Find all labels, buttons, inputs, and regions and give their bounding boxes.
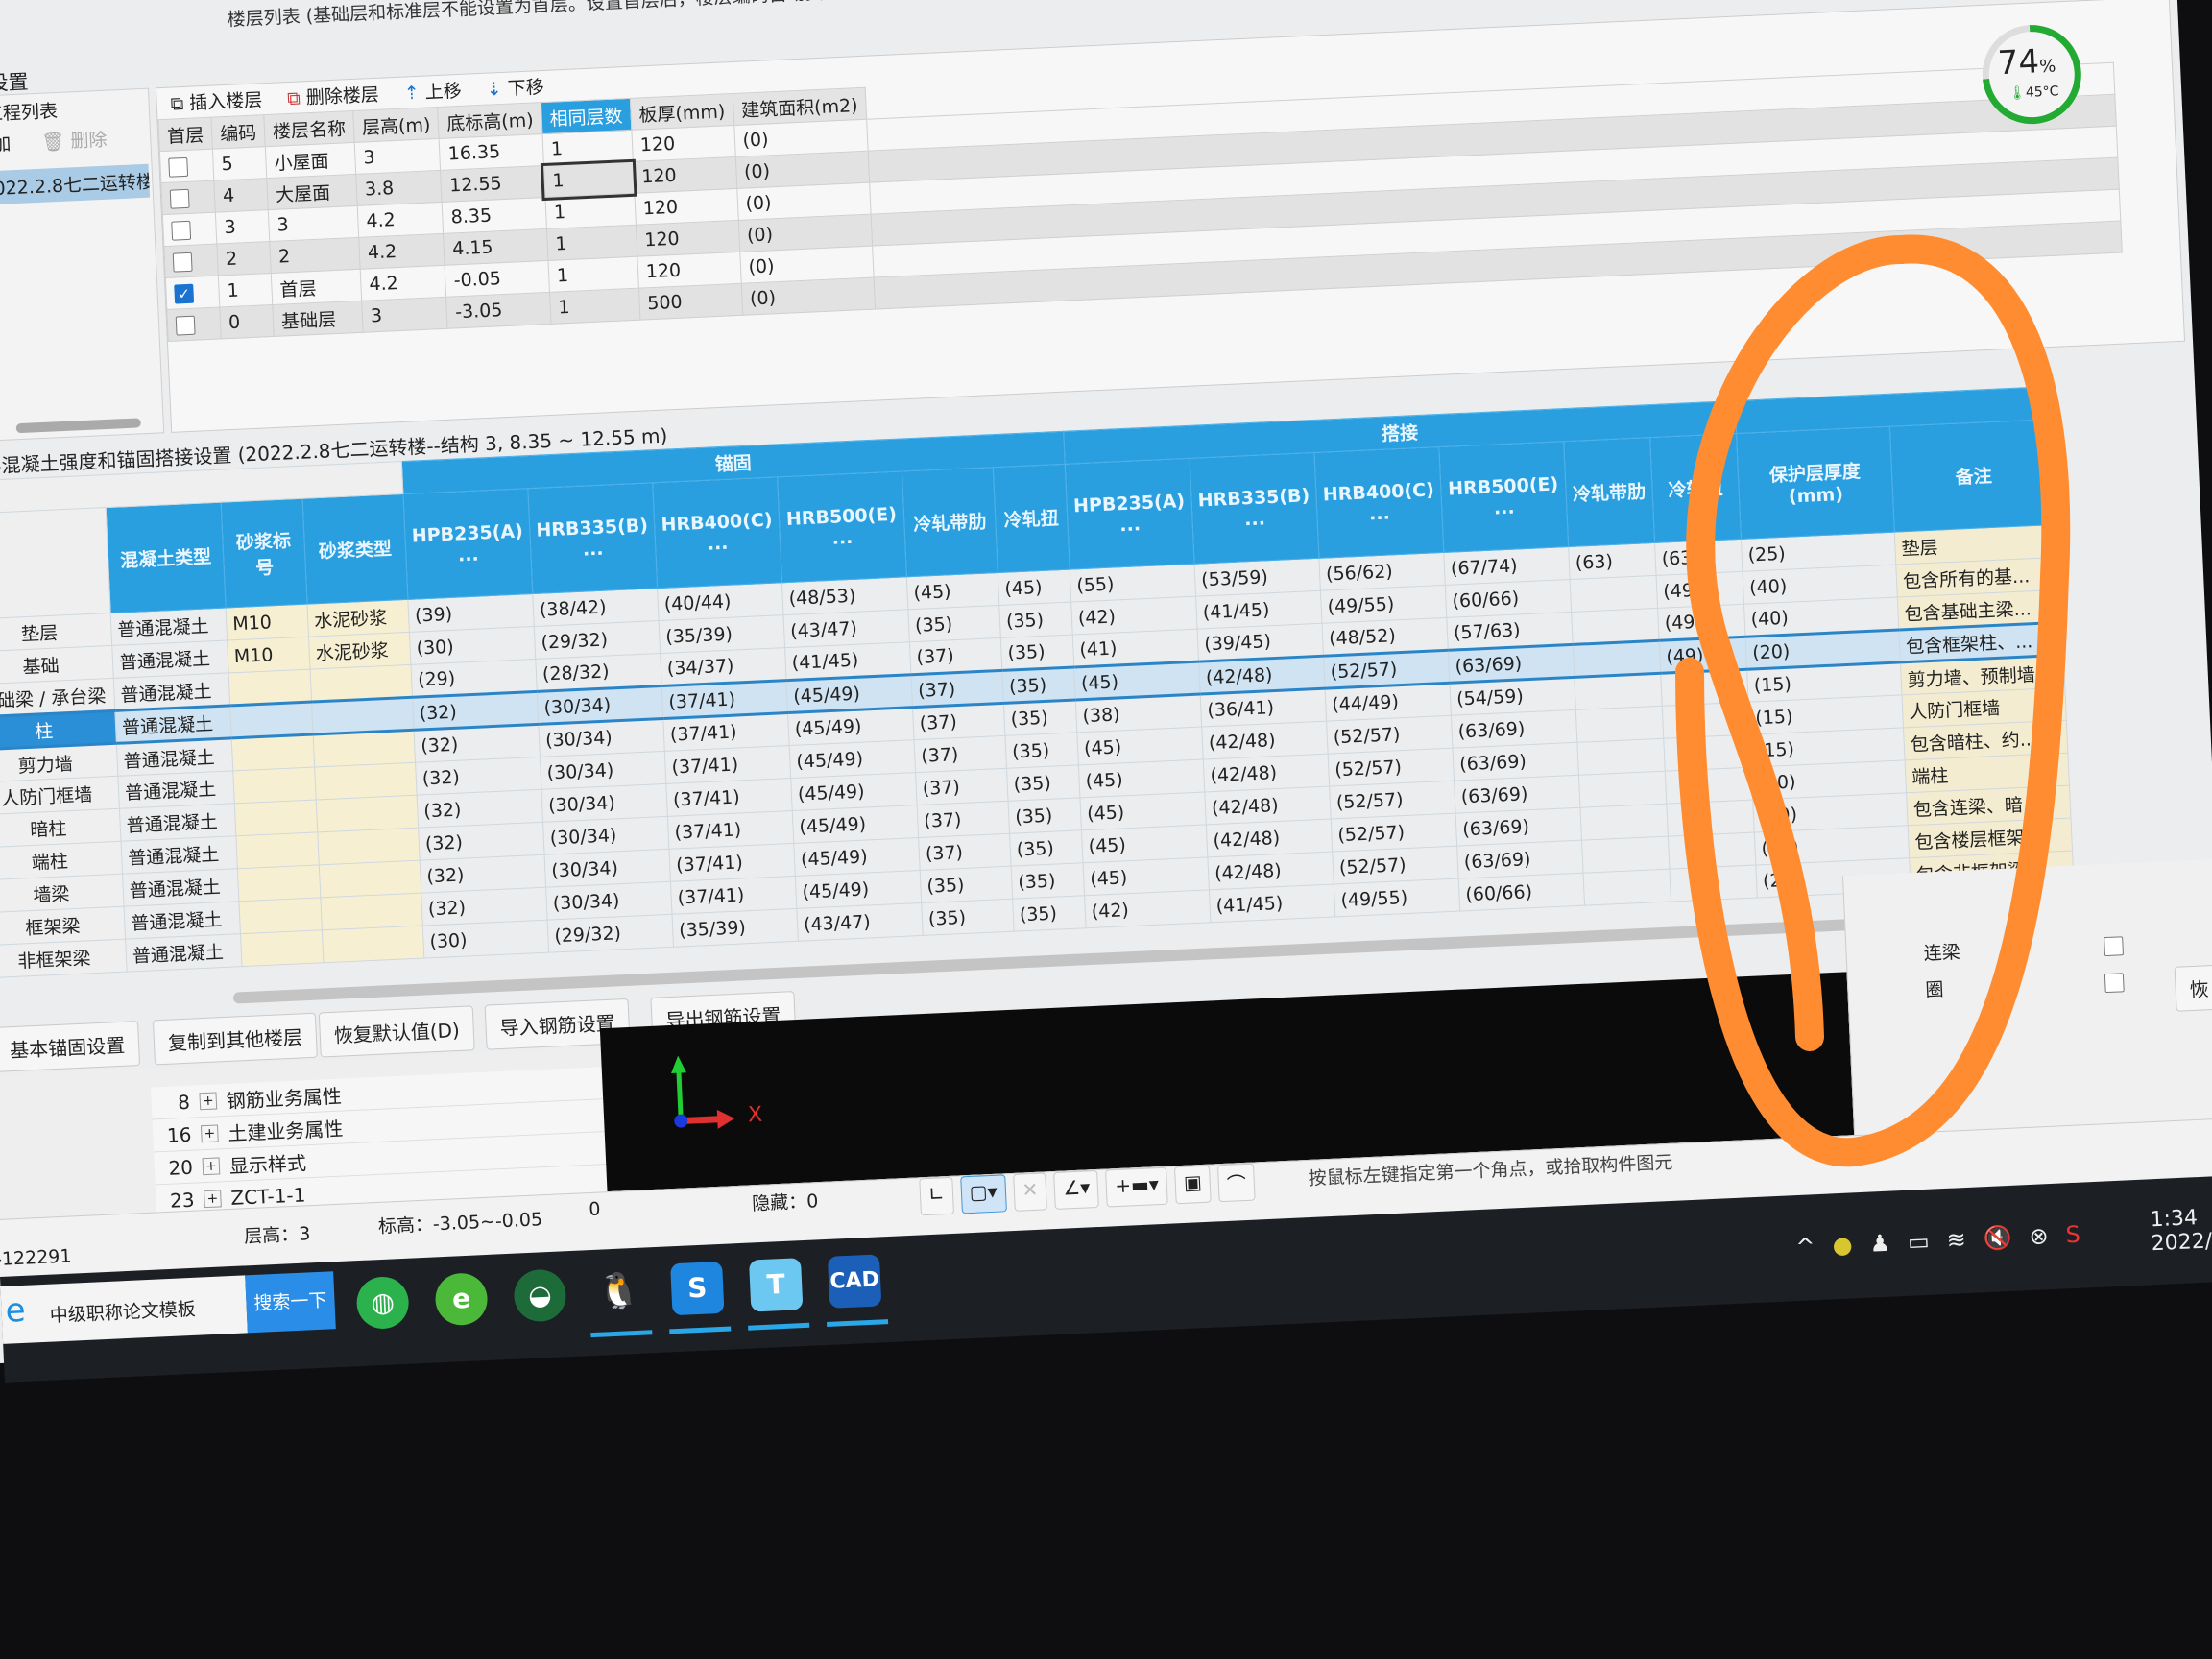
orange-ellipse-annotation: [1675, 234, 2071, 1167]
